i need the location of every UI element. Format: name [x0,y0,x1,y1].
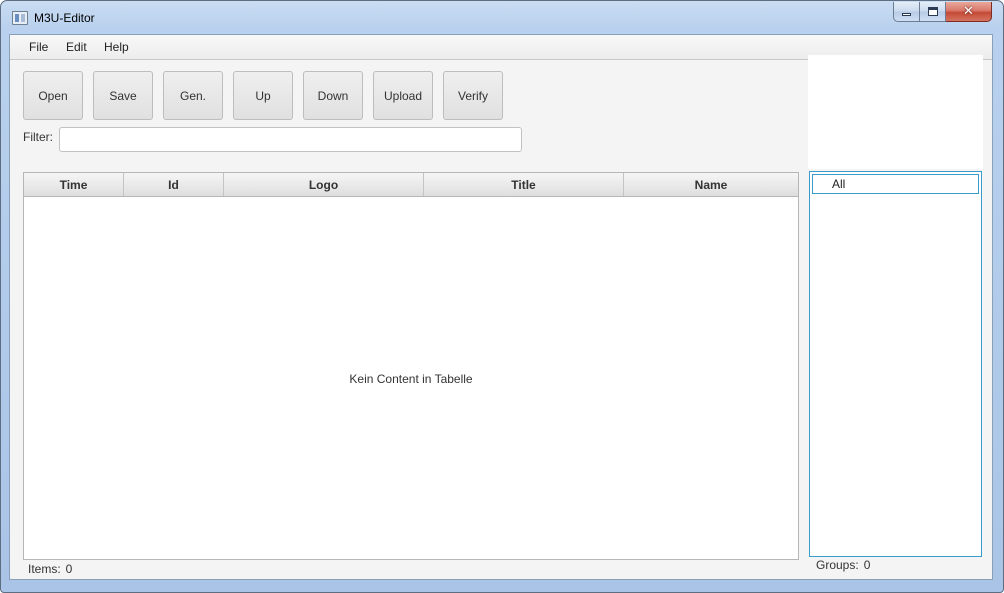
table-header: Time Id Logo Title Name [24,173,798,197]
window-title: M3U-Editor [34,11,95,25]
column-header-time[interactable]: Time [24,173,124,196]
gen-button[interactable]: Gen. [163,71,223,120]
menu-edit[interactable]: Edit [66,40,87,54]
client-area: File Edit Help Open Save Gen. Up Down Up… [9,34,993,580]
close-button[interactable]: ✕ [946,2,992,22]
save-button[interactable]: Save [93,71,153,120]
caption-buttons: ✕ [893,2,992,22]
down-button[interactable]: Down [303,71,363,120]
items-label: Items: [28,562,61,576]
maximize-button[interactable] [920,2,946,22]
column-header-id[interactable]: Id [124,173,224,196]
groups-count: 0 [863,558,871,572]
column-header-name[interactable]: Name [624,173,798,196]
close-icon: ✕ [963,4,974,19]
groups-status: Groups: 0 [816,558,870,572]
maximize-icon [927,7,938,16]
minimize-button[interactable] [893,2,920,22]
verify-button[interactable]: Verify [443,71,503,120]
column-header-logo[interactable]: Logo [224,173,424,196]
app-window: M3U-Editor ✕ File Edit Help Open Save Ge… [0,0,1004,593]
menu-help[interactable]: Help [104,40,129,54]
app-icon[interactable] [12,11,28,25]
title-bar[interactable]: M3U-Editor ✕ [1,1,1003,34]
filter-input[interactable] [59,127,522,152]
items-count: 0 [65,562,73,576]
group-item-all[interactable]: All [812,174,979,194]
up-button[interactable]: Up [233,71,293,120]
column-header-title[interactable]: Title [424,173,624,196]
minimize-icon [902,13,911,16]
menu-file[interactable]: File [29,40,48,54]
groups-list[interactable]: All [809,171,982,557]
playlist-table[interactable]: Time Id Logo Title Name Kein Content in … [23,172,799,560]
filter-label: Filter: [23,130,53,144]
open-button[interactable]: Open [23,71,83,120]
groups-label: Groups: [816,558,859,572]
items-status: Items: 0 [28,562,72,576]
table-empty-placeholder: Kein Content in Tabelle [349,372,473,386]
logo-preview-area [808,55,983,169]
upload-button[interactable]: Upload [373,71,433,120]
